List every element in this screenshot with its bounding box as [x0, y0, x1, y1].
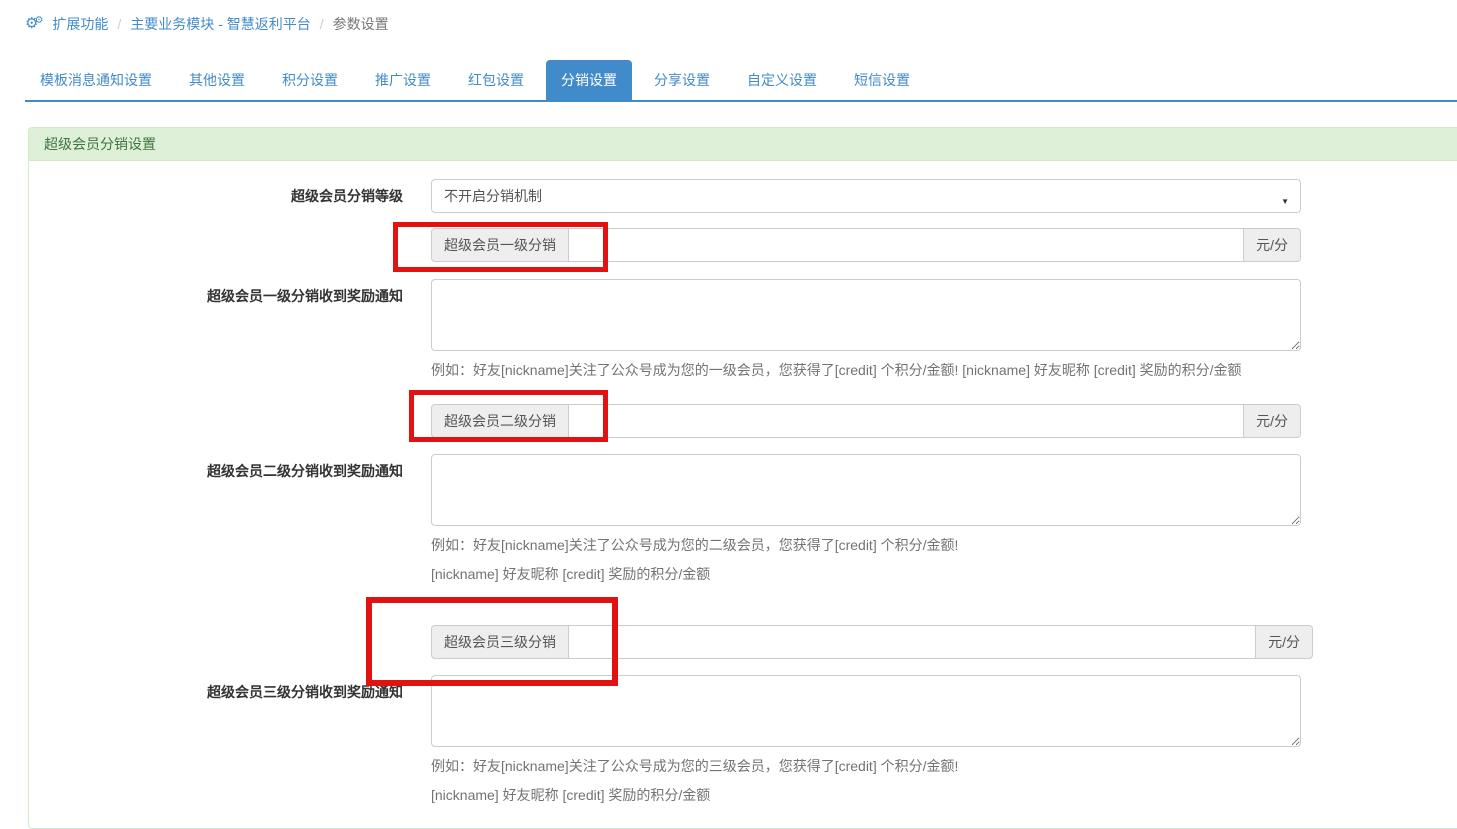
level2-notice-help: 例如：好友[nickname]关注了公众号成为您的二级会员，您获得了[credi… — [431, 537, 1301, 554]
form-row-level2-notice: 超级会员二级分销收到奖励通知 例如：好友[nickname]关注了公众号成为您的… — [29, 454, 1457, 583]
level1-ratio-addon-label: 超级会员一级分销 — [431, 228, 568, 262]
select-selected-value: 不开启分销机制 — [444, 188, 542, 204]
form-row-distribution-level: 超级会员分销等级 不开启分销机制 ▼ — [29, 179, 1457, 213]
tab-redpacket-settings[interactable]: 红包设置 — [453, 60, 539, 100]
level1-ratio-input-group: 超级会员一级分销 元/分 — [431, 228, 1301, 262]
level3-ratio-input[interactable] — [568, 625, 1256, 659]
level1-unit-label: 元/分 — [1244, 228, 1301, 262]
panel-body: 超级会员分销等级 不开启分销机制 ▼ 超级会员一级分销 元/分 超级会员一级分销… — [29, 161, 1457, 828]
tab-template-message-settings[interactable]: 模板消息通知设置 — [25, 60, 167, 100]
label-level3-notice: 超级会员三级分销收到奖励通知 — [29, 675, 403, 804]
label-spacer — [29, 625, 403, 659]
breadcrumb-link-extensions[interactable]: 扩展功能 — [52, 14, 108, 34]
panel-super-member-distribution: 超级会员分销设置 超级会员分销等级 不开启分销机制 ▼ 超级会员一级分销 元/分 — [28, 127, 1457, 829]
level1-ratio-input[interactable] — [568, 228, 1244, 262]
level3-notice-help: [nickname] 好友昵称 [credit] 奖励的积分/金额 — [431, 787, 1301, 804]
tab-distribution-settings[interactable]: 分销设置 — [546, 60, 632, 100]
level3-notice-textarea[interactable] — [431, 675, 1301, 747]
label-level1-notice: 超级会员一级分销收到奖励通知 — [29, 279, 403, 379]
tab-bar: 模板消息通知设置 其他设置 积分设置 推广设置 红包设置 分销设置 分享设置 自… — [25, 60, 1457, 102]
form-row-level1-ratio: 超级会员一级分销 元/分 — [29, 228, 1457, 262]
level3-unit-label: 元/分 — [1256, 625, 1313, 659]
label-distribution-level: 超级会员分销等级 — [29, 179, 403, 213]
level2-ratio-input-group: 超级会员二级分销 元/分 — [431, 404, 1301, 438]
level2-ratio-input[interactable] — [568, 404, 1244, 438]
breadcrumb-separator: / — [117, 16, 121, 32]
distribution-level-select[interactable]: 不开启分销机制 ▼ — [431, 179, 1301, 213]
panel-title: 超级会员分销设置 — [29, 128, 1457, 161]
breadcrumb-current-page: 参数设置 — [333, 14, 389, 34]
level2-unit-label: 元/分 — [1244, 404, 1301, 438]
form-row-level2-ratio: 超级会员二级分销 元/分 — [29, 404, 1457, 438]
tab-other-settings[interactable]: 其他设置 — [174, 60, 260, 100]
gears-icon: ⚙⚙ — [25, 16, 43, 31]
label-level2-notice: 超级会员二级分销收到奖励通知 — [29, 454, 403, 583]
caret-down-icon: ▼ — [1281, 193, 1289, 211]
level3-ratio-addon-label: 超级会员三级分销 — [431, 625, 568, 659]
tab-points-settings[interactable]: 积分设置 — [267, 60, 353, 100]
level2-notice-help: [nickname] 好友昵称 [credit] 奖励的积分/金额 — [431, 566, 1301, 583]
level1-notice-textarea[interactable] — [431, 279, 1301, 351]
breadcrumb-link-main-module[interactable]: 主要业务模块 - 智慧返利平台 — [130, 14, 310, 34]
label-spacer — [29, 404, 403, 438]
form-row-level1-notice: 超级会员一级分销收到奖励通知 例如：好友[nickname]关注了公众号成为您的… — [29, 279, 1457, 379]
form-row-level3-notice: 超级会员三级分销收到奖励通知 例如：好友[nickname]关注了公众号成为您的… — [29, 675, 1457, 804]
tab-share-settings[interactable]: 分享设置 — [639, 60, 725, 100]
tab-custom-settings[interactable]: 自定义设置 — [732, 60, 832, 100]
level2-ratio-addon-label: 超级会员二级分销 — [431, 404, 568, 438]
breadcrumb-separator: / — [320, 16, 324, 32]
level3-ratio-input-group: 超级会员三级分销 元/分 — [431, 625, 1313, 659]
level3-notice-help: 例如：好友[nickname]关注了公众号成为您的三级会员，您获得了[credi… — [431, 758, 1301, 775]
tab-promotion-settings[interactable]: 推广设置 — [360, 60, 446, 100]
label-spacer — [29, 228, 403, 262]
breadcrumb: ⚙⚙ 扩展功能 / 主要业务模块 - 智慧返利平台 / 参数设置 — [0, 0, 1457, 34]
level1-notice-help: 例如：好友[nickname]关注了公众号成为您的一级会员，您获得了[credi… — [431, 362, 1301, 379]
tab-sms-settings[interactable]: 短信设置 — [839, 60, 925, 100]
gear-small-icon: ⚙ — [34, 15, 43, 26]
level2-notice-textarea[interactable] — [431, 454, 1301, 526]
form-row-level3-ratio: 超级会员三级分销 元/分 — [29, 625, 1457, 659]
